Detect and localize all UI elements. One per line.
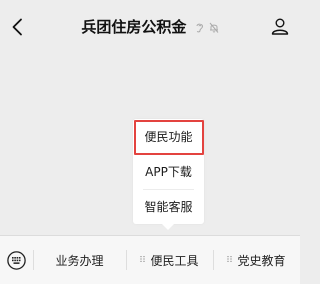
menu-item-label: 党史教育 (237, 253, 286, 268)
submenu-popup: 便民功能 APP下载 智能客服 (133, 119, 204, 224)
title-bar: 兵团住房公积金 (0, 0, 300, 52)
mute-bell-icon (209, 22, 218, 33)
person-icon (271, 18, 289, 35)
menu-item-party-history-education[interactable]: 党史教育 (213, 236, 300, 284)
submenu-item-app-download[interactable]: APP下载 (133, 154, 204, 189)
submenu-item-smart-customer-service[interactable]: 智能客服 (133, 189, 204, 224)
popup-pointer (162, 224, 174, 230)
submenu-indicator-icon (140, 256, 146, 262)
status-icons (195, 17, 219, 36)
submenu-item-convenience-functions[interactable]: 便民功能 (133, 119, 204, 154)
ear-icon (196, 23, 203, 33)
title-group: 兵团住房公积金 (0, 16, 300, 37)
menu-item-label: 业务办理 (55, 253, 104, 268)
keyboard-toggle-button[interactable] (0, 236, 33, 284)
keyboard-icon (7, 250, 26, 270)
menu-item-business-handling[interactable]: 业务办理 (33, 236, 126, 284)
profile-button[interactable] (268, 13, 292, 39)
page-title: 兵团住房公积金 (81, 18, 187, 36)
menu-item-label: 便民工具 (150, 253, 199, 268)
submenu-indicator-icon (227, 256, 233, 262)
bottom-menu-bar: 业务办理 便民工具 党史教育 (0, 235, 300, 284)
menu-item-convenience-tools[interactable]: 便民工具 (126, 236, 213, 284)
